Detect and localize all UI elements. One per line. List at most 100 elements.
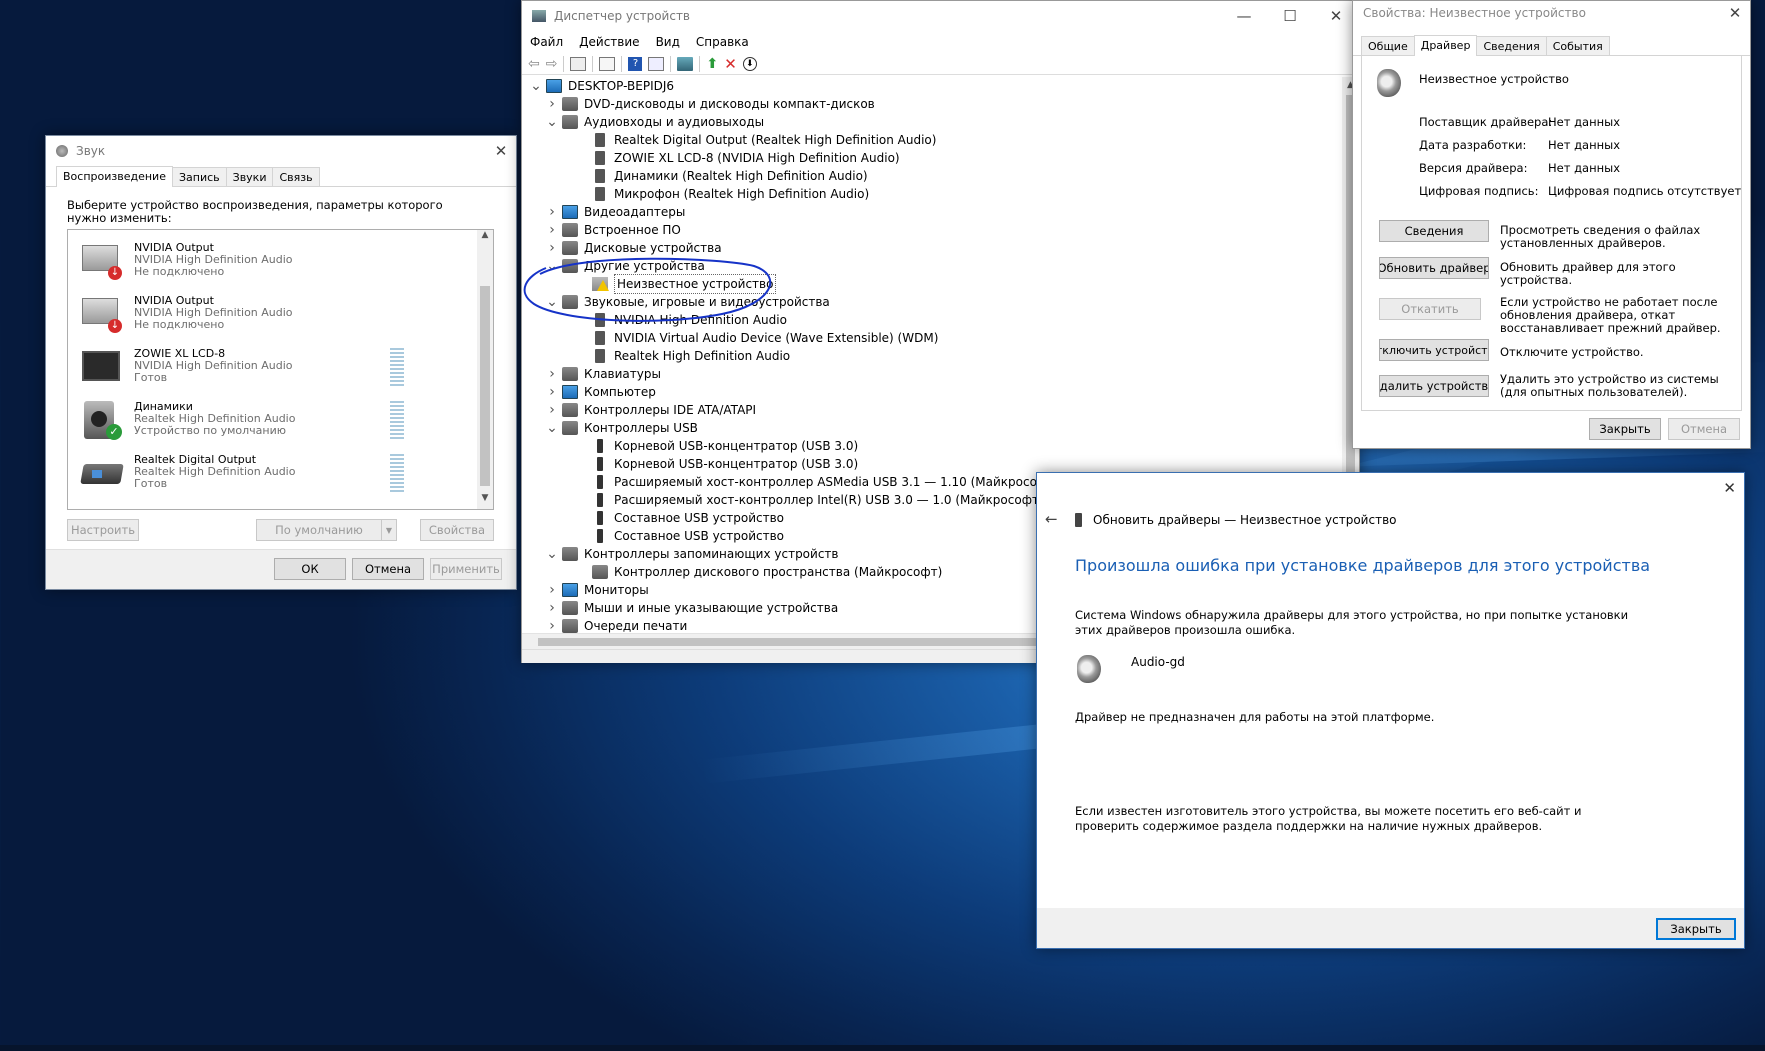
- chevron-right-icon[interactable]: ›: [546, 203, 558, 221]
- tab-communications[interactable]: Связь: [272, 167, 320, 186]
- tree-device[interactable]: Составное USB устройство: [592, 527, 784, 545]
- field-key: Дата разработки:: [1419, 138, 1527, 152]
- back-arrow-icon[interactable]: ←: [1045, 510, 1058, 528]
- tree-device[interactable]: Динамики (Realtek High Definition Audio): [592, 167, 868, 185]
- props-cancel-button[interactable]: Отмена: [1668, 418, 1740, 440]
- tree-device[interactable]: Расширяемый хост-контроллер Intel(R) USB…: [592, 491, 1044, 509]
- tree-category[interactable]: ⌄ Контроллеры запоминающих устройств: [546, 545, 839, 563]
- set-default-dropdown[interactable]: ▼: [381, 519, 397, 541]
- tree-root[interactable]: ⌄ DESKTOP-BEPIDJ6: [530, 77, 674, 95]
- chevron-right-icon[interactable]: ›: [546, 365, 558, 383]
- menu-file[interactable]: Файл: [530, 35, 563, 49]
- tree-device[interactable]: Корневой USB-концентратор (USB 3.0): [592, 455, 858, 473]
- tree-device[interactable]: Realtek High Definition Audio: [592, 347, 790, 365]
- cancel-button[interactable]: Отмена: [352, 558, 424, 580]
- chevron-right-icon[interactable]: ›: [546, 383, 558, 401]
- tree-category[interactable]: › Встроенное ПО: [549, 221, 681, 239]
- driver-details-button[interactable]: Сведения: [1379, 220, 1489, 242]
- field-key: Поставщик драйвера:: [1419, 115, 1553, 129]
- maximize-icon[interactable]: ☐: [1267, 1, 1313, 31]
- tree-label: Контроллеры запоминающих устройств: [584, 547, 839, 561]
- list-item[interactable]: ✓ Динамики Realtek High Definition Audio…: [74, 397, 430, 444]
- tree-label: Составное USB устройство: [614, 511, 785, 525]
- chevron-down-icon[interactable]: ⌄: [546, 115, 558, 129]
- rollback-driver-button[interactable]: Откатить: [1379, 298, 1481, 320]
- chevron-right-icon[interactable]: ›: [546, 221, 558, 239]
- list-scrollbar[interactable]: ▲ ▼: [477, 230, 493, 509]
- tree-label: Динамики (Realtek High Definition Audio): [614, 169, 868, 183]
- minimize-icon[interactable]: —: [1221, 1, 1267, 31]
- tree-category[interactable]: ⌄ Контроллеры USB: [546, 419, 698, 437]
- help-icon[interactable]: ?: [628, 56, 643, 71]
- update-close-button[interactable]: Закрыть: [1656, 918, 1736, 940]
- tab-playback[interactable]: Воспроизведение: [56, 166, 173, 187]
- tree-device[interactable]: Корневой USB-концентратор (USB 3.0): [592, 437, 858, 455]
- sound-window: Звук ✕ Воспроизведение Запись Звуки Связ…: [45, 135, 517, 590]
- menu-view[interactable]: Вид: [656, 35, 680, 49]
- add-driver-icon[interactable]: ⬆: [706, 56, 718, 72]
- scroll-up-icon[interactable]: ▲: [477, 230, 493, 246]
- tree-device[interactable]: NVIDIA Virtual Audio Device (Wave Extens…: [592, 329, 938, 347]
- tree-category[interactable]: › Компьютер: [549, 383, 656, 401]
- update-driver-icon[interactable]: ⬇: [742, 56, 757, 71]
- list-item[interactable]: ZOWIE XL LCD-8 NVIDIA High Definition Au…: [74, 344, 430, 391]
- props-tabs: Общие Драйвер Сведения События: [1353, 35, 1750, 56]
- chevron-right-icon[interactable]: ›: [546, 599, 558, 617]
- tree-category[interactable]: ⌄ Аудиовходы и аудиовыходы: [546, 113, 764, 131]
- close-icon[interactable]: ✕: [486, 136, 516, 166]
- chevron-right-icon[interactable]: ›: [546, 95, 558, 113]
- props-close-button[interactable]: Закрыть: [1589, 418, 1661, 440]
- menu-action[interactable]: Действие: [579, 35, 639, 49]
- properties-icon[interactable]: [570, 56, 587, 71]
- tab-recording[interactable]: Запись: [171, 167, 227, 186]
- chevron-right-icon[interactable]: ›: [546, 401, 558, 419]
- scan-hardware-icon[interactable]: [677, 56, 694, 71]
- tab-driver[interactable]: Драйвер: [1413, 35, 1478, 56]
- list-item[interactable]: Realtek Digital Output Realtek High Defi…: [74, 450, 430, 497]
- menu-help[interactable]: Справка: [696, 35, 749, 49]
- tree-category[interactable]: › Клавиатуры: [549, 365, 661, 383]
- tree-device[interactable]: Составное USB устройство: [592, 509, 784, 527]
- uninstall-device-button[interactable]: Удалить устройство: [1379, 375, 1489, 397]
- chevron-down-icon[interactable]: ⌄: [546, 421, 558, 435]
- tree-device[interactable]: Микрофон (Realtek High Definition Audio): [592, 185, 869, 203]
- tree-category[interactable]: › Мониторы: [549, 581, 649, 599]
- tree-device[interactable]: Контроллер дискового пространства (Майкр…: [592, 563, 942, 581]
- devmgr-title: Диспетчер устройств: [554, 9, 691, 23]
- tree-category[interactable]: › Видеоадаптеры: [549, 203, 685, 221]
- tab-events[interactable]: События: [1545, 36, 1610, 55]
- tree-category[interactable]: › DVD-дисководы и дисководы компакт-диско…: [549, 95, 875, 113]
- tree-category[interactable]: › Контроллеры IDE ATA/ATAPI: [549, 401, 757, 419]
- tree-device[interactable]: Realtek Digital Output (Realtek High Def…: [592, 131, 936, 149]
- speaker-icon: [56, 145, 68, 157]
- apply-button[interactable]: Применить: [430, 558, 502, 580]
- close-icon[interactable]: ✕: [1723, 479, 1736, 497]
- tree-device[interactable]: ZOWIE XL LCD-8 (NVIDIA High Definition A…: [592, 149, 900, 167]
- properties-button[interactable]: Свойства: [420, 519, 494, 541]
- tab-sounds[interactable]: Звуки: [225, 167, 274, 186]
- configure-button[interactable]: Настроить: [67, 519, 139, 541]
- list-item[interactable]: ↓ NVIDIA Output NVIDIA High Definition A…: [74, 291, 430, 338]
- tree-label: Контроллеры IDE ATA/ATAPI: [584, 403, 757, 417]
- back-icon[interactable]: ⇦: [528, 56, 540, 72]
- set-default-button[interactable]: По умолчанию: [256, 519, 382, 541]
- tree-device[interactable]: Расширяемый хост-контроллер ASMedia USB …: [592, 473, 1059, 491]
- update-driver-button[interactable]: Обновить драйвер: [1379, 257, 1489, 279]
- scroll-down-icon[interactable]: ▼: [477, 493, 493, 509]
- close-icon[interactable]: ✕: [1720, 1, 1750, 25]
- forward-icon[interactable]: ⇨: [546, 56, 558, 72]
- chevron-down-icon[interactable]: ⌄: [546, 547, 558, 561]
- mouse-icon: [562, 601, 578, 615]
- chevron-down-icon[interactable]: ⌄: [530, 79, 542, 93]
- tab-details[interactable]: Сведения: [1476, 36, 1547, 55]
- tree-category[interactable]: › Мыши и иные указывающие устройства: [549, 599, 838, 617]
- scroll-thumb[interactable]: [480, 286, 490, 486]
- show-hidden-icon[interactable]: [599, 56, 616, 71]
- disable-device-button[interactable]: Отключить устройство: [1379, 339, 1489, 361]
- tab-general[interactable]: Общие: [1361, 36, 1415, 55]
- chevron-right-icon[interactable]: ›: [546, 581, 558, 599]
- list-item[interactable]: ↓ NVIDIA Output NVIDIA High Definition A…: [74, 238, 430, 285]
- view-icon[interactable]: [648, 56, 665, 71]
- ok-button[interactable]: ОК: [274, 558, 346, 580]
- uninstall-icon[interactable]: ✕: [724, 55, 737, 73]
